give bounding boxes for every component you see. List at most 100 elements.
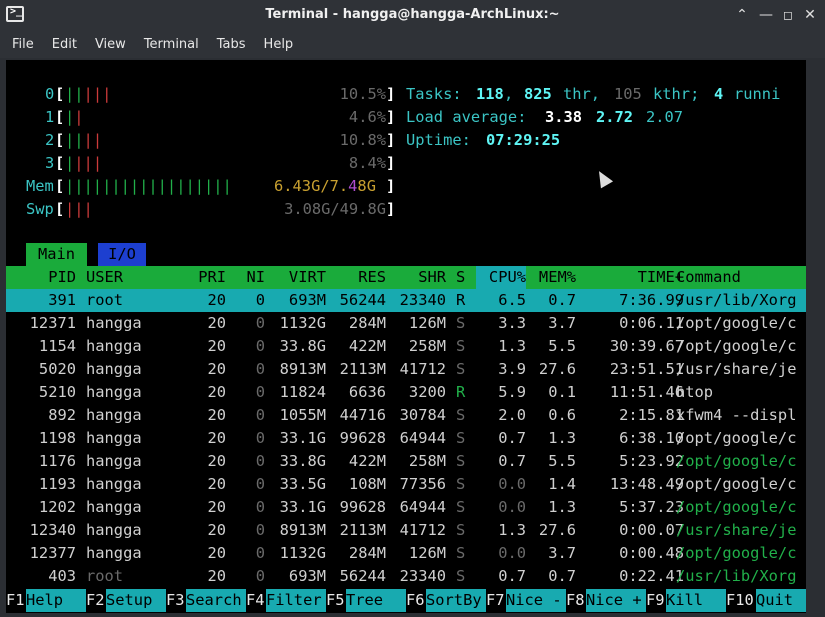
col-cpu[interactable]: CPU% (476, 266, 526, 289)
process-row[interactable]: 5020 hangga 20 0 8913M 2113M 41712 S 3.9 27.6 23:5… (6, 358, 806, 381)
menu-edit[interactable]: Edit (46, 32, 83, 58)
cell-mem: 5.5 (548, 452, 576, 470)
process-row[interactable]: 403 root 20 0 693M 56244 23340 S 0.7 0.7 0:22.41/u… (6, 565, 806, 588)
maximize-window-button[interactable]: ◻ (779, 6, 797, 24)
process-row[interactable]: 1154 hangga 20 0 33.8G 422M 258M S 1.3 5.5 30:39.6… (6, 335, 806, 358)
cell-cmd: /opt/google/c (676, 498, 797, 516)
filter-button[interactable]: Filter (266, 589, 326, 612)
col-shr[interactable]: SHR (386, 266, 446, 289)
cell-cmd: /opt/google/c (676, 337, 797, 355)
cell-pri: 20 (207, 544, 226, 562)
col-user[interactable]: USER (86, 266, 123, 289)
cell-ni: 0 (255, 429, 265, 447)
cell-shr: 77356 (399, 475, 446, 493)
cell-virt: 11824 (279, 383, 326, 401)
cell-user: hangga (86, 498, 142, 516)
process-row[interactable]: 12377 hangga 20 0 1132G 284M 126M S 0.0 3.7 0:00.4… (6, 542, 806, 565)
cell-cmd: /opt/google/c (676, 429, 797, 447)
cell-mem: 1.3 (548, 498, 576, 516)
cell-pri: 20 (207, 452, 226, 470)
sortby-button[interactable]: SortBy (426, 589, 486, 612)
setup-button[interactable]: Setup (106, 589, 166, 612)
cell-s: S (456, 360, 466, 378)
cell-pid: 391 (48, 291, 76, 309)
cell-virt: 1132G (279, 314, 326, 332)
tab-io[interactable]: I/O (98, 243, 146, 266)
nice-plus-button[interactable]: Nice + (586, 589, 646, 612)
search-button[interactable]: Search (186, 589, 246, 612)
cell-cpu: 0.0 (498, 544, 526, 562)
cell-cpu: 1.3 (498, 337, 526, 355)
cell-time: 0:06.11 (619, 314, 684, 332)
process-row[interactable]: 1193 hangga 20 0 33.5G 108M 77356 S 0.0 1.4 13:48.… (6, 473, 806, 496)
cell-pri: 20 (207, 429, 226, 447)
menu-view[interactable]: View (89, 32, 132, 58)
cell-ni: 0 (255, 452, 265, 470)
menu-help[interactable]: Help (258, 32, 300, 58)
close-window-button[interactable]: ✕ (801, 6, 819, 24)
cell-cmd: /usr/share/je (676, 521, 797, 539)
fkey-f9: F9 (646, 591, 665, 609)
col-pid[interactable]: PID (6, 266, 76, 289)
col-time[interactable]: TIME+ (584, 266, 684, 289)
cell-time: 5:37.23 (619, 498, 684, 516)
cell-mem: 27.6 (538, 521, 576, 539)
cell-shr: 3200 (408, 383, 446, 401)
cell-res: 99628 (339, 498, 386, 516)
cell-res: 2113M (339, 521, 386, 539)
cell-mem: 27.6 (538, 360, 576, 378)
process-row[interactable]: 12371 hangga 20 0 1132G 284M 126M S 3.3 3.7 0:06.1… (6, 312, 806, 335)
nice-minus-button[interactable]: Nice - (506, 589, 566, 612)
cell-s: S (456, 521, 466, 539)
menu-tabs[interactable]: Tabs (211, 32, 252, 58)
cell-user: root (86, 291, 124, 309)
kill-button[interactable]: Kill (666, 589, 726, 612)
col-pri[interactable]: PRI (186, 266, 226, 289)
process-row[interactable]: 12340 hangga 20 0 8913M 2113M 41712 S 1.3 27.6 0:0… (6, 519, 806, 542)
cell-res: 56244 (339, 567, 386, 585)
cell-virt: 693M (288, 567, 326, 585)
process-row[interactable]: 1198 hangga 20 0 33.1G 99628 64944 S 0.7 1.3 6:38.… (6, 427, 806, 450)
cell-virt: 33.5G (279, 475, 326, 493)
cell-mem: 5.5 (548, 337, 576, 355)
fkey-f1: F1 (6, 591, 25, 609)
cell-mem: 3.7 (548, 314, 576, 332)
cell-pri: 20 (207, 406, 226, 424)
cell-time: 5:23.92 (619, 452, 684, 470)
tree-button[interactable]: Tree (346, 589, 406, 612)
cell-pri: 20 (207, 360, 226, 378)
col-state[interactable]: S (456, 266, 465, 289)
cell-shr: 126M (408, 314, 446, 332)
menu-file[interactable]: File (6, 32, 40, 58)
cell-pid: 5020 (38, 360, 76, 378)
window-titlebar[interactable]: >_ Terminal - hangga@hangga-ArchLinux:~ … (0, 0, 825, 32)
cell-cpu: 1.3 (498, 521, 526, 539)
minimize-icon[interactable]: ⌃ (733, 6, 751, 24)
cell-shr: 41712 (399, 521, 446, 539)
cell-cpu: 6.5 (498, 291, 526, 309)
process-table-header: PID USER PRI NI VIRT RES SHR S CPU% MEM%… (6, 266, 806, 289)
tab-main[interactable]: Main (26, 243, 87, 266)
swp-meter: Swp[||| 3.08G/49.8G] (26, 200, 396, 218)
cell-shr: 258M (408, 452, 446, 470)
process-row[interactable]: 391 root 20 0 693M 56244 23340 R 6.5 0.7 7:36.99/u… (6, 289, 806, 312)
cell-pri: 20 (207, 291, 226, 309)
quit-button[interactable]: Quit (756, 589, 806, 612)
col-mem[interactable]: MEM% (526, 266, 576, 289)
col-command[interactable]: Command (676, 266, 741, 289)
cell-virt: 33.8G (279, 452, 326, 470)
col-virt[interactable]: VIRT (266, 266, 326, 289)
help-button[interactable]: Help (26, 589, 86, 612)
process-row[interactable]: 1202 hangga 20 0 33.1G 99628 64944 S 0.0 1.3 5:37.… (6, 496, 806, 519)
process-row[interactable]: 1176 hangga 20 0 33.8G 422M 258M S 0.7 5.5 5:23.92… (6, 450, 806, 473)
cell-user: root (86, 567, 124, 585)
cell-user: hangga (86, 544, 142, 562)
menu-terminal[interactable]: Terminal (138, 32, 205, 58)
col-ni[interactable]: NI (231, 266, 265, 289)
process-row[interactable]: 892 hangga 20 0 1055M 44716 30784 S 2.0 0.6 2:15.8… (6, 404, 806, 427)
process-row[interactable]: 5210 hangga 20 0 11824 6636 3200 R 5.9 0.1 11:51.4… (6, 381, 806, 404)
minimize-window-button[interactable]: — (757, 6, 775, 24)
terminal-area[interactable]: 0[||||| 10.5%] 1[|| 4.6%] 2[|||| 10.8%] 3[|… (6, 60, 806, 613)
cell-time: 0:00.48 (619, 544, 684, 562)
col-res[interactable]: RES (326, 266, 386, 289)
